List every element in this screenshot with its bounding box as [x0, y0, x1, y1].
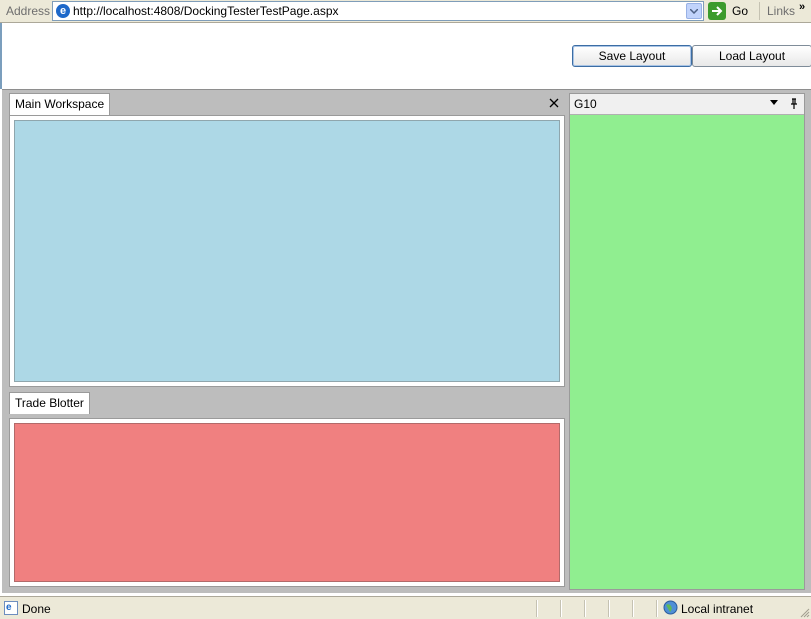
dropdown-arrow-icon[interactable]	[770, 100, 778, 105]
toolbar-separator	[759, 2, 760, 20]
go-label: Go	[732, 4, 749, 18]
g10-pane: G10	[569, 93, 805, 590]
page-header: Save Layout Load Layout	[0, 23, 811, 89]
status-bar: e Done Local intranet	[0, 596, 811, 619]
status-divider	[560, 600, 561, 617]
resize-grip-icon[interactable]	[799, 607, 810, 618]
address-input[interactable]: e http://localhost:4808/DockingTesterTes…	[52, 1, 704, 21]
g10-pane-header: G10	[570, 94, 804, 115]
links-button[interactable]: Links	[767, 4, 795, 18]
close-icon[interactable]	[548, 97, 560, 109]
address-url: http://localhost:4808/DockingTesterTestP…	[73, 4, 339, 18]
status-text: Done	[22, 602, 51, 616]
address-dropdown-button[interactable]	[686, 3, 702, 19]
trade-blotter-content	[14, 423, 560, 582]
status-divider	[656, 600, 657, 617]
tab-main-workspace[interactable]: Main Workspace	[9, 93, 111, 115]
main-workspace-content	[14, 120, 560, 382]
security-zone-text: Local intranet	[681, 602, 754, 616]
address-label: Address	[6, 4, 51, 18]
status-divider	[632, 600, 633, 617]
load-layout-button[interactable]: Load Layout	[692, 45, 811, 67]
docking-container: Main Workspace Trade Blotter G10	[2, 89, 811, 593]
page-status-icon: e	[4, 601, 18, 615]
chevron-down-icon	[690, 9, 698, 14]
save-layout-button[interactable]: Save Layout	[572, 45, 692, 67]
page-icon: e	[56, 4, 70, 18]
main-workspace-panel	[9, 115, 565, 387]
status-divider	[536, 600, 537, 617]
pin-icon[interactable]	[789, 98, 799, 110]
address-bar: Address e http://localhost:4808/DockingT…	[0, 0, 811, 23]
go-arrow-icon	[708, 2, 726, 20]
tab-trade-blotter[interactable]: Trade Blotter	[9, 392, 90, 414]
globe-icon	[663, 600, 678, 615]
trade-blotter-panel	[9, 418, 565, 587]
g10-pane-title: G10	[574, 97, 597, 111]
status-divider	[608, 600, 609, 617]
status-divider	[584, 600, 585, 617]
toolbar-overflow-chevron[interactable]: »	[799, 1, 805, 13]
browser-window: Address e http://localhost:4808/DockingT…	[0, 0, 811, 619]
